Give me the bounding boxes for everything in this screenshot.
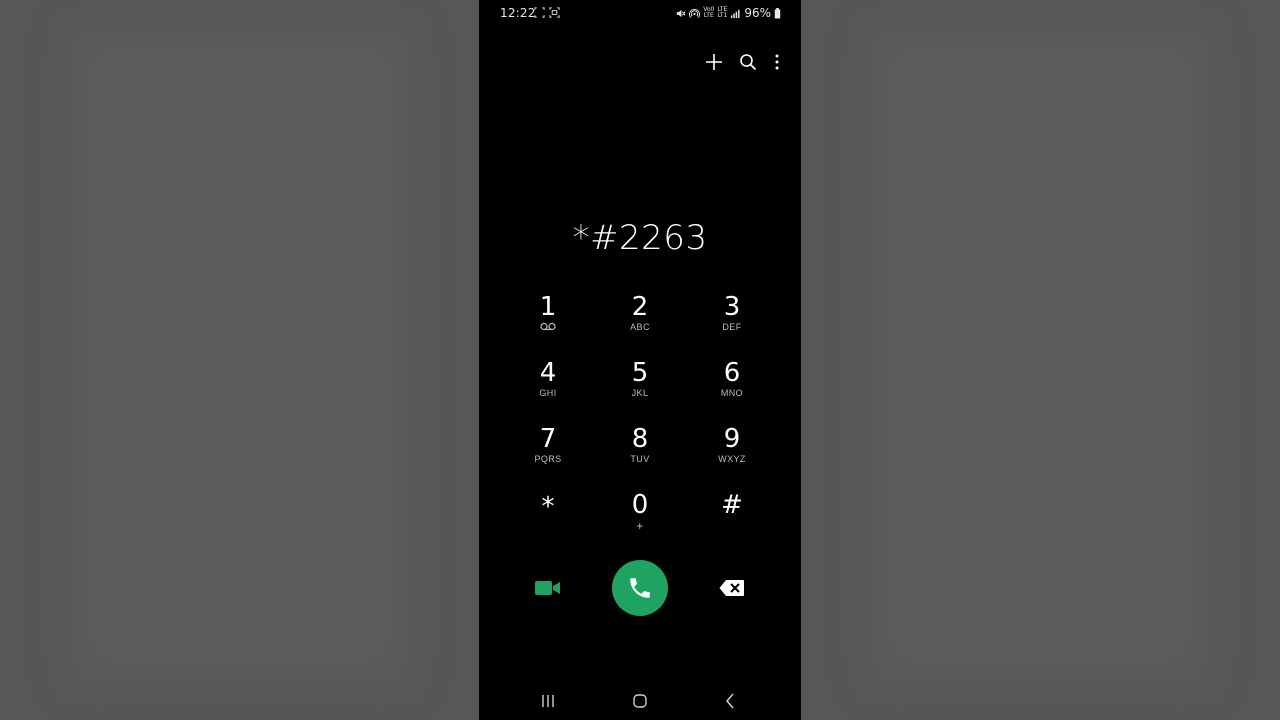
key-0[interactable]: 0 + bbox=[594, 490, 686, 556]
home-button[interactable] bbox=[630, 692, 650, 710]
voicemail-icon bbox=[540, 322, 556, 332]
key-5[interactable]: 5 JKL bbox=[594, 358, 686, 424]
video-camera-icon bbox=[535, 581, 560, 595]
recent-apps-button[interactable] bbox=[538, 692, 558, 710]
key-digit: 2 bbox=[631, 292, 649, 322]
key-letters: TUV bbox=[630, 454, 650, 464]
key-digit: 5 bbox=[631, 358, 649, 388]
key-3[interactable]: 3 DEF bbox=[686, 292, 778, 358]
backspace-cell bbox=[686, 579, 778, 597]
back-button[interactable] bbox=[720, 692, 740, 710]
key-hash[interactable]: # bbox=[686, 490, 778, 556]
key-6[interactable]: 6 MNO bbox=[686, 358, 778, 424]
add-icon bbox=[706, 54, 722, 70]
more-options-icon bbox=[775, 54, 779, 70]
search-icon bbox=[740, 54, 757, 71]
more-options-button[interactable] bbox=[771, 51, 783, 73]
backspace-button[interactable] bbox=[719, 579, 745, 597]
status-bar: 12:22 Vo0 LTE LTE LT1 96% bbox=[479, 0, 801, 28]
key-letters: GHI bbox=[539, 388, 557, 398]
key-digit: 3 bbox=[723, 292, 741, 322]
phone-screen: 12:22 Vo0 LTE LTE LT1 96% *#2263 1 2 ABC… bbox=[479, 0, 801, 720]
signal-icon bbox=[730, 8, 741, 19]
key-7[interactable]: 7 PQRS bbox=[502, 424, 594, 490]
key-9[interactable]: 9 WXYZ bbox=[686, 424, 778, 490]
call-actions-row bbox=[502, 559, 778, 617]
key-letters: PQRS bbox=[534, 454, 562, 464]
key-4[interactable]: 4 GHI bbox=[502, 358, 594, 424]
screenshot-icon bbox=[549, 7, 560, 18]
hotspot-icon bbox=[689, 8, 701, 19]
key-digit: 8 bbox=[631, 424, 649, 454]
screen-record-icon bbox=[534, 7, 545, 18]
dialed-number-display[interactable]: *#2263 bbox=[479, 218, 801, 258]
key-2[interactable]: 2 ABC bbox=[594, 292, 686, 358]
lte-icon: LTE LT1 bbox=[717, 6, 728, 19]
key-letters: MNO bbox=[720, 388, 744, 398]
key-digit: # bbox=[721, 490, 743, 520]
mute-icon bbox=[675, 8, 686, 19]
key-letters: JKL bbox=[631, 388, 649, 398]
navigation-bar bbox=[479, 684, 801, 716]
key-letters: DEF bbox=[722, 322, 742, 332]
status-time: 12:22 bbox=[500, 6, 536, 20]
back-icon bbox=[726, 693, 734, 709]
video-call-button[interactable] bbox=[535, 580, 561, 596]
call-cell bbox=[594, 560, 686, 616]
key-digit: 4 bbox=[539, 358, 557, 388]
add-contact-button[interactable] bbox=[703, 51, 725, 73]
key-letters: + bbox=[636, 519, 644, 533]
key-star[interactable]: * bbox=[502, 490, 594, 556]
key-1[interactable]: 1 bbox=[502, 292, 594, 358]
video-call-cell bbox=[502, 580, 594, 596]
status-right: Vo0 LTE LTE LT1 96% bbox=[675, 6, 781, 20]
search-button[interactable] bbox=[737, 51, 759, 73]
backspace-icon bbox=[719, 580, 744, 596]
dial-keypad: 1 2 ABC 3 DEF 4 GHI 5 JKL 6 MNO 7 PQRS 8… bbox=[502, 292, 778, 556]
battery-percent: 96% bbox=[744, 6, 771, 20]
key-digit: 0 bbox=[631, 490, 649, 520]
key-digit: * bbox=[541, 492, 555, 522]
volte-icon: Vo0 LTE bbox=[703, 6, 715, 19]
key-digit: 9 bbox=[723, 424, 741, 454]
battery-icon bbox=[774, 7, 781, 19]
key-digit: 7 bbox=[539, 424, 557, 454]
key-digit: 1 bbox=[539, 292, 557, 322]
recent-apps-icon bbox=[542, 695, 554, 707]
action-bar bbox=[703, 51, 783, 73]
status-left-icons bbox=[534, 7, 560, 18]
home-icon bbox=[633, 694, 647, 708]
key-8[interactable]: 8 TUV bbox=[594, 424, 686, 490]
key-letters: ABC bbox=[630, 322, 650, 332]
key-digit: 6 bbox=[723, 358, 741, 388]
phone-icon bbox=[630, 578, 650, 598]
call-button[interactable] bbox=[612, 560, 668, 616]
key-letters: WXYZ bbox=[718, 454, 746, 464]
